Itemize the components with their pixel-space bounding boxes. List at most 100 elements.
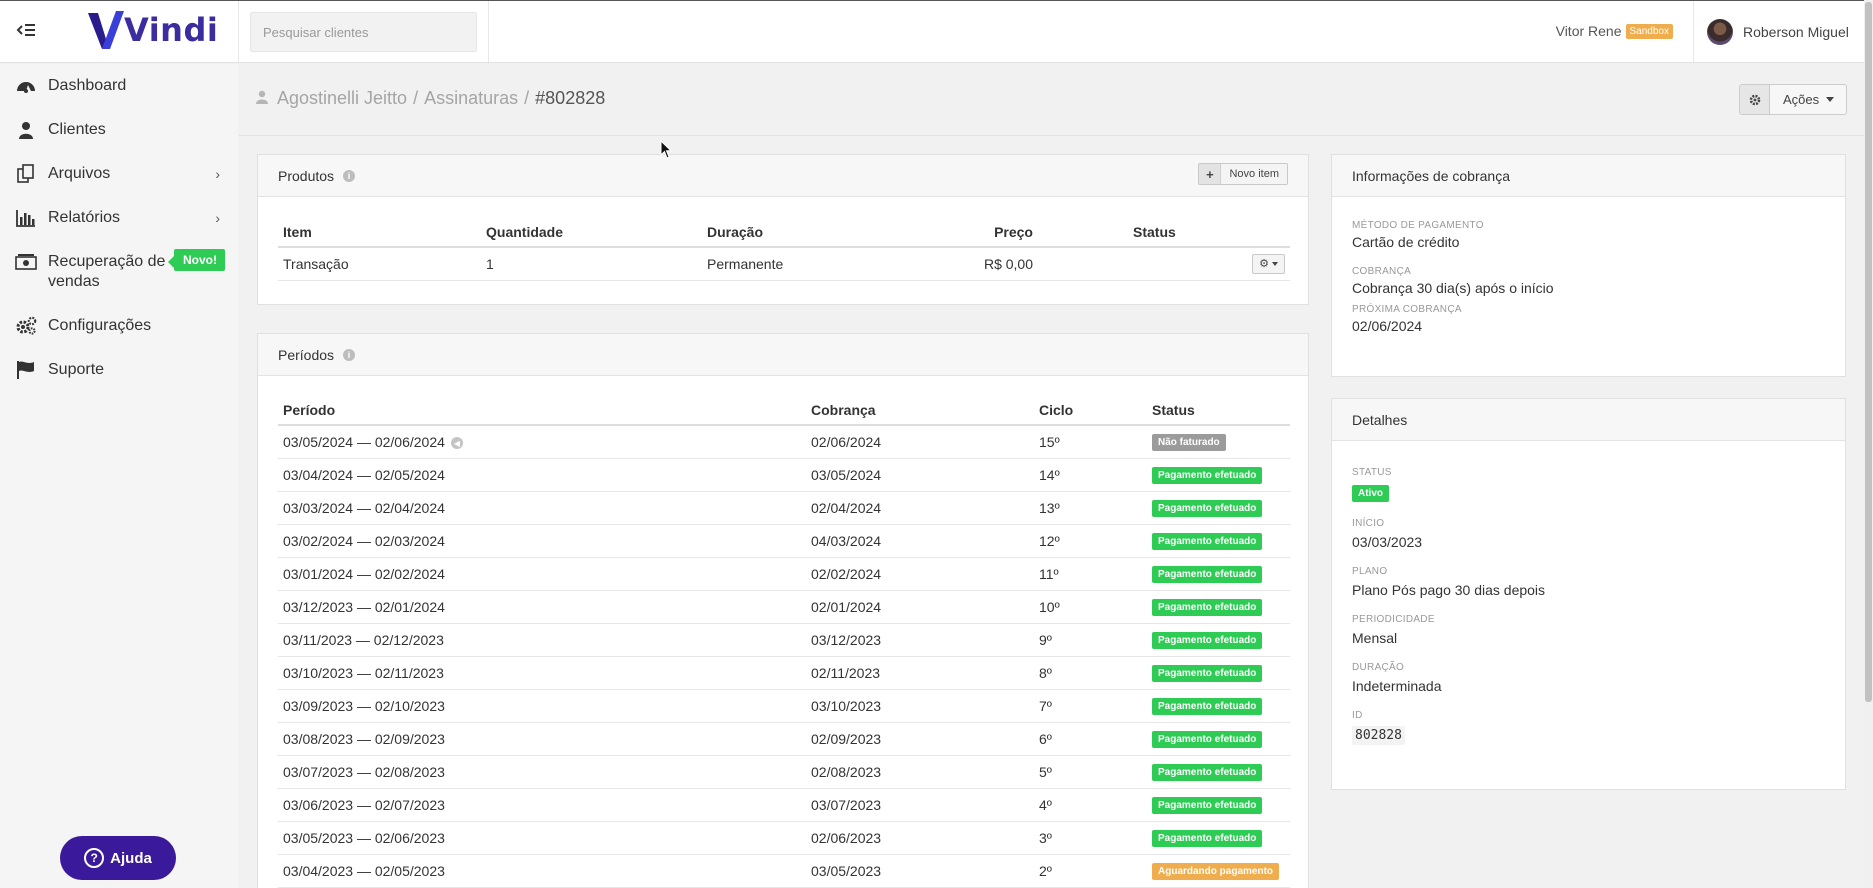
status-badge[interactable]: Não faturado	[1152, 434, 1226, 452]
period-cell: 03/05/2023 — 02/06/2023	[278, 821, 806, 855]
field-value: Cobrança 30 dia(s) após o início	[1352, 280, 1554, 296]
vindi-logo-mark-icon	[88, 11, 124, 49]
sidebar-item-configuracoes[interactable]: Configurações	[0, 316, 238, 336]
table-row: 03/04/2023 — 02/05/2023 03/05/2023 2º Aguar…	[278, 854, 1290, 888]
collapse-sidebar-icon[interactable]	[16, 23, 40, 43]
billing-date: 03/07/2023	[806, 788, 1034, 822]
panel-heading: Informações de cobrança	[1332, 155, 1845, 197]
info-icon[interactable]: i	[343, 169, 356, 182]
table-row: 03/07/2023 — 02/08/2023 02/08/2023 5º Pagam…	[278, 755, 1290, 789]
search-clients-input[interactable]	[250, 12, 477, 52]
status-cell: Pagamento efetuado	[1147, 689, 1290, 723]
breadcrumb-subscriptions-link[interactable]: Assinaturas	[424, 88, 518, 109]
details-panel: Detalhes Status Ativo Início 03/03/2023 …	[1331, 398, 1846, 790]
period-cell: 03/02/2024 — 02/03/2024	[278, 524, 806, 558]
vindi-logo[interactable]: Vindi	[86, 9, 218, 51]
id-value-wrapper: 802828	[1352, 726, 1545, 745]
sidebar-item-label: Clientes	[48, 121, 106, 138]
plus-icon: +	[1199, 164, 1222, 184]
column-header: Duração	[702, 213, 928, 248]
billing-date: 04/03/2024	[806, 524, 1034, 558]
status-badge[interactable]: Pagamento efetuado	[1152, 665, 1263, 682]
field-value: Indeterminada	[1352, 678, 1442, 694]
table-row: 03/11/2023 — 02/12/2023 03/12/2023 9º Pagam…	[278, 623, 1290, 657]
cycle-number: 13º	[1034, 491, 1147, 525]
status-cell: Pagamento efetuado	[1147, 755, 1290, 789]
sidebar-item-relatorios[interactable]: Relatórios ›	[0, 208, 238, 228]
page-header: Agostinelli Jeitto / Assinaturas / #8028…	[239, 64, 1864, 136]
status-badge[interactable]: Pagamento efetuado	[1152, 533, 1263, 550]
page-scrollbar[interactable]	[1864, 0, 1873, 888]
new-item-label: Novo item	[1229, 168, 1279, 180]
settings-button[interactable]	[1740, 85, 1770, 114]
sidebar: Dashboard Clientes Arquivos › Relatórios…	[0, 64, 238, 888]
gear-icon	[1749, 94, 1760, 105]
column-header: Quantidade	[481, 213, 702, 248]
cycle-number: 11º	[1034, 557, 1147, 591]
sidebar-item-recuperacao-de-vendas[interactable]: Recuperação de vendas	[0, 252, 170, 292]
user-menu[interactable]: Roberson Miguel	[1707, 19, 1849, 45]
sidebar-item-arquivos[interactable]: Arquivos ›	[0, 164, 238, 184]
status-badge[interactable]: Pagamento efetuado	[1152, 500, 1263, 517]
period-cell: 03/01/2024 — 02/02/2024	[278, 557, 806, 591]
info-icon[interactable]: i	[343, 348, 356, 361]
billing-date: 03/05/2023	[806, 854, 1034, 888]
status-badge[interactable]: Pagamento efetuado	[1152, 566, 1263, 583]
status-cell: Pagamento efetuado	[1147, 656, 1290, 690]
actions-dropdown-button[interactable]: Ações	[1770, 85, 1846, 114]
table-row: 03/03/2024 — 02/04/2024 02/04/2024 13º Paga…	[278, 491, 1290, 525]
period-range: 03/11/2023 — 02/12/2023	[283, 631, 444, 648]
period-range: 03/01/2024 — 02/02/2024	[283, 565, 445, 582]
gear-icon: ⚙	[1259, 258, 1269, 271]
sidebar-item-clientes[interactable]: Clientes	[0, 120, 238, 140]
account-switcher[interactable]: Vitor Rene Sandbox	[1556, 23, 1673, 39]
products-table: Item Quantidade Duração Preço Status Tra…	[278, 213, 1290, 281]
status-badge[interactable]: Pagamento efetuado	[1152, 764, 1263, 781]
breadcrumb: Agostinelli Jeitto / Assinaturas / #8028…	[256, 88, 605, 109]
item-settings-button[interactable]: ⚙	[1252, 253, 1285, 274]
item-name: Transação	[278, 247, 481, 281]
sidebar-item-label: Configurações	[48, 317, 152, 334]
cycle-number: 2º	[1034, 854, 1147, 888]
status-badge[interactable]: Aguardando pagamento	[1152, 863, 1280, 880]
status-badge[interactable]: Pagamento efetuado	[1152, 830, 1263, 847]
status-cell: Pagamento efetuado	[1147, 821, 1290, 855]
cycle-number: 6º	[1034, 722, 1147, 756]
period-range: 03/04/2023 — 02/05/2023	[283, 862, 445, 879]
field-label: Cobrança	[1352, 266, 1412, 277]
cycle-number: 7º	[1034, 689, 1147, 723]
scrollbar-thumb[interactable]	[1865, 2, 1872, 702]
period-cell: 03/05/2024 — 02/06/2024 ◀	[278, 425, 806, 459]
status-badge[interactable]: Pagamento efetuado	[1152, 467, 1263, 484]
status-badge[interactable]: Pagamento efetuado	[1152, 731, 1263, 748]
cycle-number: 14º	[1034, 458, 1147, 492]
table-row: 03/09/2023 — 02/10/2023 03/10/2023 7º Pagam…	[278, 689, 1290, 723]
sidebar-item-label: Arquivos	[48, 165, 111, 182]
table-row: 03/05/2024 — 02/06/2024 ◀ 02/06/2024 15º Não…	[278, 425, 1290, 459]
field-value: Plano Pós pago 30 dias depois	[1352, 582, 1546, 598]
help-button[interactable]: ? Ajuda	[60, 836, 176, 880]
period-range: 03/08/2023 — 02/09/2023	[283, 730, 445, 747]
field-label: Método de pagamento	[1352, 220, 1484, 231]
billing-fields: Método de pagamento Cartão de crédito Co…	[1332, 220, 1554, 334]
new-item-button[interactable]: + Novo item	[1198, 163, 1288, 185]
field-label: Início	[1352, 518, 1385, 529]
period-range: 03/04/2024 — 02/05/2024	[283, 466, 445, 483]
avatar	[1707, 19, 1733, 45]
cycle-number: 9º	[1034, 623, 1147, 657]
status-cell: Pagamento efetuado	[1147, 491, 1290, 525]
period-range: 03/05/2024 — 02/06/2024	[283, 433, 445, 450]
billing-date: 03/05/2024	[806, 458, 1034, 492]
status-badge[interactable]: Pagamento efetuado	[1152, 698, 1263, 715]
caret-down-icon	[1271, 261, 1278, 266]
sidebar-item-suporte[interactable]: Suporte	[0, 360, 238, 380]
status-badge[interactable]: Pagamento efetuado	[1152, 599, 1263, 616]
breadcrumb-customer-link[interactable]: Agostinelli Jeitto	[277, 88, 407, 109]
field-value: 03/03/2023	[1352, 534, 1423, 550]
status-badge[interactable]: Pagamento efetuado	[1152, 632, 1263, 649]
period-cell: 03/06/2023 — 02/07/2023	[278, 788, 806, 822]
sidebar-item-dashboard[interactable]: Dashboard	[0, 76, 238, 96]
period-cell: 03/03/2024 — 02/04/2024	[278, 491, 806, 525]
user-icon	[256, 88, 268, 109]
status-badge[interactable]: Pagamento efetuado	[1152, 797, 1263, 814]
